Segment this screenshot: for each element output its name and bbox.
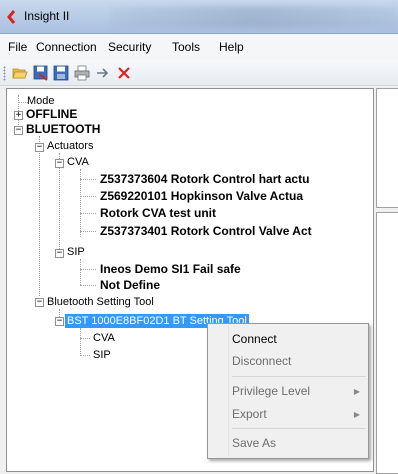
menu-file[interactable]: File <box>8 40 27 54</box>
tree-connector <box>80 269 96 270</box>
tree-connector <box>80 213 96 214</box>
tree-node-mode[interactable]: Mode <box>27 94 55 108</box>
tree-node-bluetooth-setting-tool[interactable]: Bluetooth Setting Tool <box>47 295 154 309</box>
tree-node-cva-device[interactable]: Rotork CVA test unit <box>100 206 216 220</box>
tree-node-cva[interactable]: CVA <box>67 155 89 169</box>
menu-item-disconnect[interactable]: Disconnect <box>232 354 291 368</box>
tree-connector <box>80 328 81 356</box>
collapse-cva-icon[interactable]: − <box>55 159 64 168</box>
tree-connector <box>80 285 96 286</box>
menu-separator <box>232 428 366 429</box>
tree-node-sip-device[interactable]: Ineos Demo SI1 Fail safe <box>100 262 241 276</box>
tree-connector <box>80 196 96 197</box>
open-folder-icon[interactable] <box>12 65 28 81</box>
menu-item-connect[interactable]: Connect <box>232 332 277 346</box>
tree-connector <box>80 338 90 339</box>
tree-node-offline[interactable]: OFFLINE <box>26 107 77 121</box>
menu-security[interactable]: Security <box>108 40 151 54</box>
print-icon[interactable] <box>74 65 90 81</box>
tree-node-bluetooth[interactable]: BLUETOOTH <box>26 122 100 136</box>
tree-connector <box>80 179 96 180</box>
app-logo-icon <box>7 10 16 24</box>
context-menu: Connect Disconnect Privilege Level ▶ Exp… <box>207 323 369 459</box>
context-menu-gutter <box>228 326 229 456</box>
detail-panel <box>374 88 398 474</box>
menu-bar: File Connection Security Tools Help <box>0 34 398 60</box>
forward-arrow-icon[interactable] <box>95 65 111 81</box>
menu-item-privilege-level[interactable]: Privilege Level <box>232 384 310 398</box>
collapse-sip-icon[interactable]: − <box>55 249 64 258</box>
save-report-icon[interactable] <box>33 65 49 81</box>
tree-connector <box>80 231 96 232</box>
title-bar: Insight II <box>0 0 398 34</box>
window-title: Insight II <box>24 9 70 23</box>
collapse-actuators-icon[interactable]: − <box>35 143 44 152</box>
detail-pane-bottom <box>376 212 398 474</box>
menu-help[interactable]: Help <box>219 40 244 54</box>
tree-node-bst-cva[interactable]: CVA <box>93 331 115 345</box>
collapse-bluetooth-setting-tool-icon[interactable]: − <box>35 298 44 307</box>
tree-node-cva-device[interactable]: Z537373401 Rotork Control Valve Act <box>100 224 312 238</box>
menu-tools[interactable]: Tools <box>172 40 200 54</box>
submenu-arrow-icon: ▶ <box>353 387 360 396</box>
tree-node-cva-device[interactable]: Z569220101 Hopkinson Valve Actua <box>100 189 303 203</box>
collapse-bluetooth-icon[interactable]: − <box>14 126 23 135</box>
tree-node-cva-device[interactable]: Z537373604 Rotork Control hart actu <box>100 172 309 186</box>
tree-node-actuators[interactable]: Actuators <box>47 139 93 153</box>
menu-item-export[interactable]: Export <box>232 407 267 421</box>
tree-connector <box>39 136 40 296</box>
tree-connector <box>80 259 81 285</box>
tree-node-sip[interactable]: SIP <box>67 245 85 259</box>
expand-offline-icon[interactable]: + <box>14 111 23 120</box>
save-icon[interactable] <box>53 65 69 81</box>
detail-pane-top <box>376 88 398 208</box>
tree-node-sip-device[interactable]: Not Define <box>100 278 160 292</box>
menu-connection[interactable]: Connection <box>36 40 97 54</box>
toolbar-grip[interactable] <box>3 66 6 81</box>
menu-separator <box>232 376 366 377</box>
tree-node-bst-sip[interactable]: SIP <box>93 348 111 362</box>
tree-connector <box>80 355 90 356</box>
collapse-bst-unit-icon[interactable]: − <box>55 317 64 326</box>
menu-item-save-as[interactable]: Save As <box>232 436 276 450</box>
delete-x-icon[interactable] <box>116 65 132 81</box>
submenu-arrow-icon: ▶ <box>353 410 360 419</box>
title-bar-blurred-region <box>110 6 398 28</box>
toolbar <box>0 60 398 86</box>
